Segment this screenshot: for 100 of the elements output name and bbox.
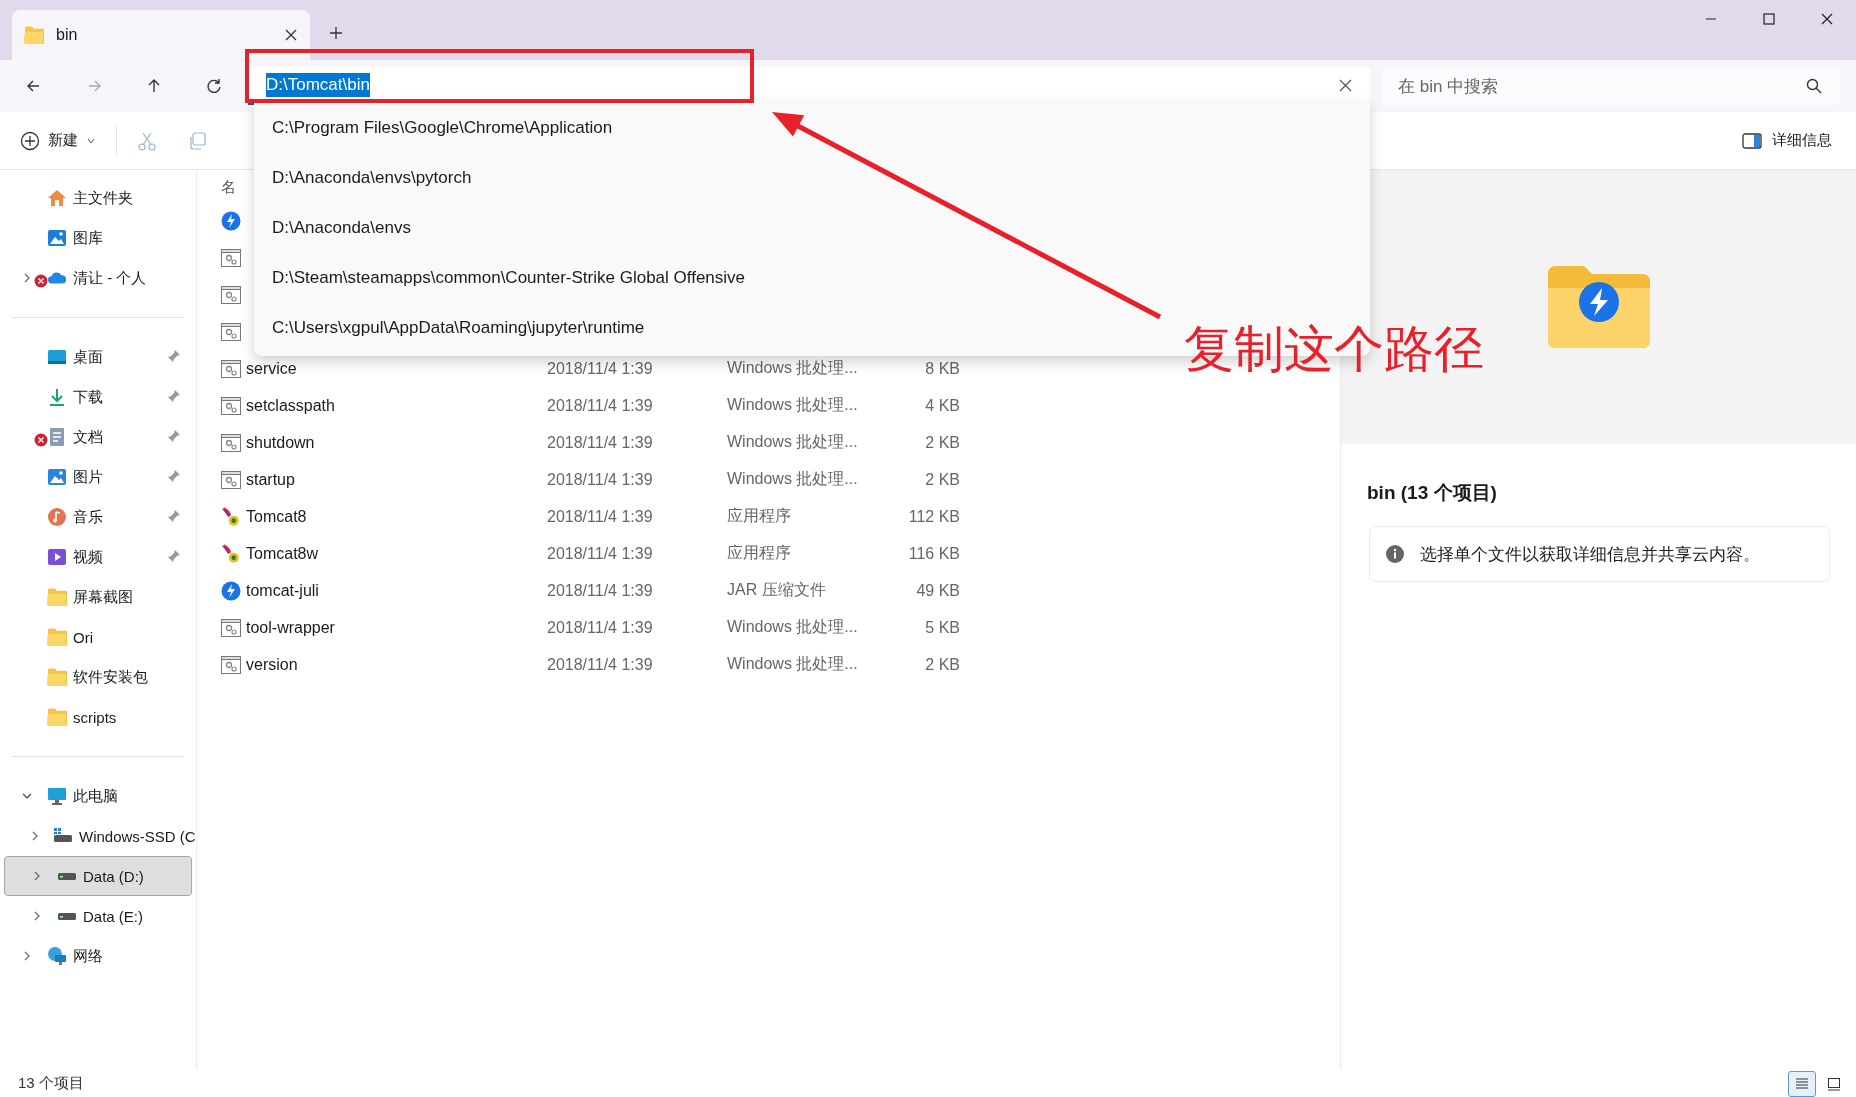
- suggestion-item[interactable]: C:\Program Files\Google\Chrome\Application: [266, 103, 619, 153]
- pin-icon[interactable]: [167, 428, 181, 443]
- video-icon: [47, 547, 67, 567]
- file-name[interactable]: Tomcat8w: [246, 544, 319, 563]
- modified-date: 2018/11/4 1:39: [547, 470, 653, 488]
- file-size: 4 KB: [925, 396, 960, 414]
- suggestion-item[interactable]: D:\Anaconda\envs\pytorch: [266, 153, 478, 203]
- folder-icon: [47, 628, 67, 646]
- sidebar-item[interactable]: 视频: [4, 537, 192, 577]
- modified-date: 2018/11/4 1:39: [547, 359, 653, 377]
- sidebar-item[interactable]: 清让 - 个人: [4, 258, 192, 298]
- network-icon: [47, 946, 67, 966]
- search-icon: [1806, 78, 1822, 94]
- folder-icon: [47, 708, 67, 726]
- sidebar-item[interactable]: 屏幕截图: [4, 577, 192, 617]
- scissors-icon: [137, 130, 157, 151]
- sidebar-item[interactable]: Ori: [4, 617, 192, 657]
- file-name[interactable]: shutdown: [246, 433, 315, 452]
- details-title: bin (13 个项目): [1367, 481, 1498, 505]
- sidebar-item[interactable]: 音乐: [4, 497, 192, 537]
- pin-icon[interactable]: [167, 468, 181, 483]
- panel-icon: [1742, 132, 1762, 149]
- sidebar-item[interactable]: Data (D:): [4, 856, 192, 896]
- sidebar-item[interactable]: 软件安装包: [4, 657, 192, 697]
- file-type: Windows 批处理...: [727, 470, 858, 487]
- clear-icon[interactable]: [1339, 78, 1352, 92]
- annotation-text: 复制这个路径: [1184, 320, 1484, 379]
- sidebar-item[interactable]: 主文件夹: [4, 178, 192, 218]
- folder-icon: [24, 26, 44, 44]
- download-icon: [47, 387, 67, 407]
- file-name[interactable]: setclasspath: [246, 396, 335, 415]
- modified-date: 2018/11/4 1:39: [547, 618, 653, 636]
- file-size: 112 KB: [908, 507, 960, 525]
- plus-icon[interactable]: [328, 25, 344, 41]
- file-size: 2 KB: [925, 433, 960, 451]
- sidebar-item[interactable]: 桌面: [4, 337, 192, 377]
- file-size: 116 KB: [908, 544, 960, 562]
- feather-gear-icon: [221, 542, 241, 565]
- file-type: Windows 批处理...: [727, 396, 858, 413]
- folder-icon: [47, 668, 67, 686]
- file-name[interactable]: startup: [246, 470, 295, 489]
- close-icon: [1821, 13, 1833, 25]
- sidebar-item[interactable]: scripts: [4, 697, 192, 737]
- gear-window-icon: [221, 618, 241, 637]
- sidebar-item[interactable]: 网络: [4, 936, 192, 976]
- column-header[interactable]: 名: [221, 177, 236, 197]
- desktop-icon: [47, 347, 67, 367]
- drive-icon: [57, 910, 77, 922]
- document-icon: [47, 427, 67, 447]
- file-type: Windows 批处理...: [727, 433, 858, 450]
- picture-icon: [47, 467, 67, 487]
- file-type: JAR 压缩文件: [727, 581, 826, 598]
- suggestion-item[interactable]: D:\Anaconda\envs: [266, 203, 417, 253]
- new-button[interactable]: 新建: [14, 120, 102, 161]
- list-icon: [1795, 1076, 1809, 1091]
- file-type: 应用程序: [727, 507, 791, 524]
- sidebar-item[interactable]: 下载: [4, 377, 192, 417]
- monitor-icon: [47, 786, 67, 806]
- info-text: 选择单个文件以获取详细信息并共享云内容。: [1420, 543, 1760, 566]
- modified-date: 2018/11/4 1:39: [547, 433, 653, 451]
- file-size: 2 KB: [925, 655, 960, 673]
- pin-icon[interactable]: [167, 388, 181, 403]
- bolt-circle-icon: [221, 210, 241, 231]
- file-size: 2 KB: [925, 470, 960, 488]
- sidebar-item[interactable]: 此电脑: [4, 776, 192, 816]
- file-type: 应用程序: [727, 544, 791, 561]
- tile-icon: [1827, 1076, 1841, 1091]
- modified-date: 2018/11/4 1:39: [547, 581, 653, 599]
- sidebar-item[interactable]: 图库: [4, 218, 192, 258]
- sidebar-item[interactable]: 文档: [4, 417, 192, 457]
- suggestion-item[interactable]: D:\Steam\steamapps\common\Counter-Strike Global Offensive: [266, 253, 752, 303]
- gear-window-icon: [221, 285, 241, 304]
- pin-icon[interactable]: [167, 548, 181, 563]
- pin-icon[interactable]: [167, 508, 181, 523]
- file-name[interactable]: tool-wrapper: [246, 618, 335, 637]
- sidebar-item[interactable]: Data (E:): [4, 896, 192, 936]
- file-name[interactable]: service: [246, 359, 297, 378]
- search-field[interactable]: 在 bin 中搜索: [1382, 67, 1840, 105]
- music-note-icon: [47, 507, 67, 527]
- suggestion-item[interactable]: C:\Users\xgpul\AppData\Roaming\jupyter\runtime: [266, 303, 651, 353]
- pin-icon[interactable]: [167, 348, 181, 363]
- file-size: 8 KB: [925, 359, 960, 377]
- close-icon[interactable]: [284, 28, 298, 42]
- modified-date: 2018/11/4 1:39: [547, 396, 653, 414]
- maximize-icon: [1763, 13, 1775, 25]
- gear-window-icon: [221, 396, 241, 415]
- details-button[interactable]: 详细信息: [1742, 120, 1832, 161]
- plus-circle-icon: [20, 130, 40, 151]
- house-icon: [47, 188, 67, 208]
- feather-gear-icon: [221, 505, 241, 528]
- file-name[interactable]: tomcat-juli: [246, 581, 319, 600]
- tab[interactable]: bin: [12, 10, 310, 60]
- file-name[interactable]: Tomcat8: [246, 507, 307, 526]
- gear-window-icon: [221, 322, 241, 341]
- item-count: 13 个项目: [18, 1074, 84, 1093]
- file-type: Windows 批处理...: [727, 655, 858, 672]
- file-name[interactable]: version: [246, 655, 298, 674]
- sidebar-item[interactable]: 图片: [4, 457, 192, 497]
- modified-date: 2018/11/4 1:39: [547, 507, 653, 525]
- gear-window-icon: [221, 359, 241, 378]
